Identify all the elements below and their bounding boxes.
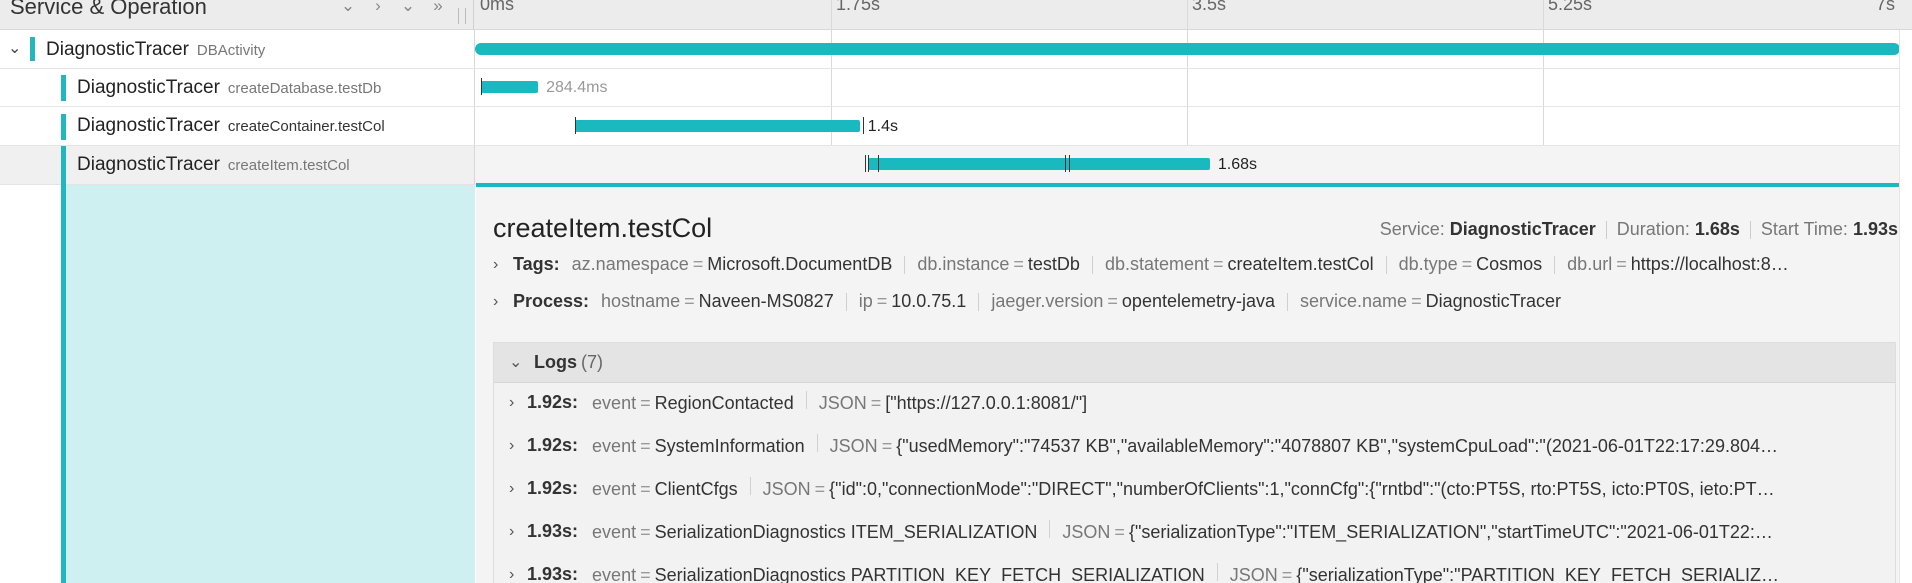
span-duration: 1.4s — [867, 118, 898, 135]
process-item: ip = 10.0.75.1 — [858, 291, 967, 311]
timeline-header: Service & Operation ⌄ › ⌄ » 0ms 1.75s 3.… — [0, 0, 1912, 30]
span-bar[interactable] — [867, 158, 1210, 170]
log-timestamp: 1.92s: — [527, 435, 579, 455]
tick-label: 5.25s — [1548, 0, 1593, 14]
log-marker — [868, 155, 869, 172]
log-timestamp: 1.92s: — [527, 392, 579, 412]
chevron-right-icon[interactable]: › — [509, 566, 527, 583]
operation-name: createContainer.testCol — [227, 118, 385, 135]
log-timestamp: 1.93s: — [527, 521, 579, 541]
log-marker — [1065, 155, 1066, 172]
collapse-all-icon[interactable]: » — [424, 0, 452, 17]
column-resize-handle[interactable] — [458, 8, 466, 24]
span-bar[interactable] — [481, 81, 539, 93]
service-label: Service: — [1379, 219, 1445, 239]
logs-header[interactable]: ⌄ Logs (7) — [494, 343, 1895, 383]
service-color-bar — [61, 146, 66, 185]
log-marker — [878, 155, 879, 172]
process-row[interactable]: › Process: hostname = Naveen-MS0827 ip = 10.… — [493, 291, 1911, 312]
chevron-right-icon[interactable]: › — [493, 293, 505, 311]
start-time-value: 1.93s — [1852, 219, 1898, 239]
service-name: DiagnosticTracer — [77, 154, 220, 175]
chevron-down-icon[interactable]: ⌄ — [509, 352, 522, 372]
tick-label: 7s — [1876, 0, 1896, 14]
span-row[interactable]: DiagnosticTracer createDatabase.testDb 28… — [0, 69, 1912, 107]
log-entry[interactable]: › 1.92s: event = ClientCfgs JSON = {"id":0,"c… — [509, 477, 1879, 500]
tag-item: db.url = https://localhost:8… — [1567, 254, 1789, 274]
header-controls: ⌄ › ⌄ » — [334, 0, 452, 17]
process-label: Process: — [513, 291, 590, 311]
logs-label: Logs — [534, 352, 577, 372]
tag-item: db.type = Cosmos — [1398, 254, 1543, 274]
duration-label: Duration: — [1616, 219, 1690, 239]
scrollbar[interactable] — [1899, 30, 1912, 583]
service-color-bar — [30, 37, 35, 61]
process-item: service.name = DiagnosticTracer — [1300, 291, 1561, 311]
log-entry[interactable]: › 1.93s: event = SerializationDiagnostics … — [509, 563, 1879, 583]
process-item: hostname = Naveen-MS0827 — [601, 291, 834, 311]
service-name: DiagnosticTracer — [77, 77, 220, 98]
log-marker — [575, 117, 576, 134]
log-marker — [865, 155, 866, 172]
span-row[interactable]: ⌄ DiagnosticTracer DBActivity — [0, 30, 1912, 69]
span-row-selected[interactable]: DiagnosticTracer createItem.testCol 1.68s — [0, 146, 1912, 185]
log-timestamp: 1.92s: — [527, 478, 579, 498]
trace-view: Service & Operation ⌄ › ⌄ » 0ms 1.75s 3.… — [0, 0, 1912, 583]
span-bar[interactable] — [574, 120, 860, 132]
operation-name: DBActivity — [196, 42, 266, 59]
chevron-right-icon[interactable]: › — [509, 480, 527, 498]
duration-value: 1.68s — [1694, 219, 1740, 239]
span-detail-panel: createItem.testCol Service: DiagnosticTr… — [476, 183, 1912, 583]
detail-gutter — [0, 185, 475, 583]
service-name: DiagnosticTracer — [77, 115, 220, 136]
span-bar[interactable] — [475, 43, 1900, 55]
operation-name: createItem.testCol — [227, 157, 350, 174]
tag-item: az.namespace = Microsoft.DocumentDB — [571, 254, 893, 274]
tags-row[interactable]: › Tags: az.namespace = Microsoft.DocumentD… — [493, 254, 1911, 275]
service-color-bar — [61, 75, 66, 101]
tags-label: Tags: — [513, 254, 560, 274]
tag-item: db.instance = testDb — [917, 254, 1080, 274]
start-time-label: Start Time: — [1760, 219, 1848, 239]
chevron-right-icon[interactable]: › — [509, 523, 527, 541]
logs-section: ⌄ Logs (7) › 1.92s: event = RegionContacted… — [493, 342, 1896, 583]
tick-label: 0ms — [480, 0, 515, 14]
service-value: DiagnosticTracer — [1449, 219, 1596, 239]
chevron-right-icon[interactable]: › — [364, 0, 392, 17]
detail-meta: Service: DiagnosticTracer Duration: 1.68… — [1380, 219, 1898, 240]
logs-count: (7) — [581, 352, 603, 372]
log-marker — [1069, 155, 1070, 172]
log-entry[interactable]: › 1.92s: event = SystemInformation JSON = {"u… — [509, 434, 1879, 457]
log-marker — [481, 78, 482, 95]
log-timestamp: 1.93s: — [527, 564, 579, 583]
tick-label: 1.75s — [836, 0, 881, 14]
log-entry[interactable]: › 1.92s: event = RegionContacted JSON = ["htt… — [509, 391, 1879, 414]
chevron-down-icon[interactable]: ⌄ — [334, 0, 362, 17]
service-operation-header: Service & Operation ⌄ › ⌄ » — [0, 0, 474, 30]
span-duration: 1.68s — [1217, 156, 1258, 173]
chevron-right-icon[interactable]: › — [509, 437, 527, 455]
span-duration: 284.4ms — [546, 79, 608, 96]
detail-title: createItem.testCol — [493, 213, 713, 243]
chevron-right-icon[interactable]: › — [509, 394, 527, 412]
service-name: DiagnosticTracer — [46, 39, 189, 60]
log-marker — [863, 117, 864, 134]
column-title: Service & Operation — [10, 0, 207, 19]
chevron-right-icon[interactable]: › — [493, 256, 505, 274]
service-color-bar — [61, 114, 66, 140]
operation-name: createDatabase.testDb — [227, 80, 382, 97]
expand-all-icon[interactable]: ⌄ — [394, 0, 422, 17]
process-item: jaeger.version = opentelemetry-java — [991, 291, 1276, 311]
tick-label: 3.5s — [1192, 0, 1227, 14]
log-entry[interactable]: › 1.93s: event = SerializationDiagnostics … — [509, 520, 1879, 543]
tag-item: db.statement = createItem.testCol — [1104, 254, 1374, 274]
span-row[interactable]: DiagnosticTracer createContainer.testCol … — [0, 107, 1912, 146]
chevron-down-icon[interactable]: ⌄ — [8, 38, 21, 58]
